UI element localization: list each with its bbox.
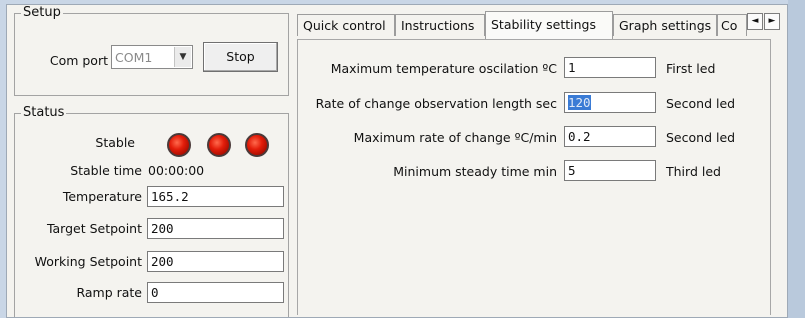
tab-scroll: ◄ ► bbox=[747, 13, 783, 30]
max-temp-oscillation-note: First led bbox=[666, 61, 716, 76]
rate-observation-length-value: 120 bbox=[568, 95, 591, 110]
stable-time-label: Stable time bbox=[70, 163, 142, 178]
chevron-left-icon[interactable]: ◄ bbox=[747, 13, 763, 30]
window-edge bbox=[788, 0, 805, 318]
rate-observation-length-label: Rate of change observation length sec bbox=[315, 96, 557, 111]
stable-led-1 bbox=[167, 133, 191, 157]
working-setpoint-field[interactable]: 200 bbox=[147, 251, 284, 272]
status-group-title: Status bbox=[21, 105, 67, 120]
app-window: Setup Com port COM1 ▼ Stop Status Stable… bbox=[6, 4, 788, 318]
tab-graph-settings[interactable]: Graph settings bbox=[613, 14, 717, 36]
setup-group-title: Setup bbox=[21, 5, 63, 20]
tab-stability-settings[interactable]: Stability settings bbox=[485, 11, 613, 39]
tab-quick-control[interactable]: Quick control bbox=[297, 14, 395, 36]
min-steady-time-label: Minimum steady time min bbox=[393, 164, 557, 179]
max-rate-of-change-label: Maximum rate of change ºC/min bbox=[353, 130, 557, 145]
com-port-label: Com port bbox=[49, 53, 108, 68]
com-port-select[interactable]: COM1 ▼ bbox=[111, 45, 193, 69]
stable-led-2 bbox=[207, 133, 231, 157]
max-temp-oscillation-field[interactable]: 1 bbox=[564, 57, 656, 78]
rate-observation-length-field[interactable]: 120 bbox=[564, 92, 656, 113]
min-steady-time-note: Third led bbox=[666, 164, 721, 179]
target-setpoint-label: Target Setpoint bbox=[46, 221, 142, 236]
temperature-label: Temperature bbox=[62, 189, 142, 204]
max-temp-oscillation-label: Maximum temperature oscilation ºC bbox=[330, 61, 557, 76]
stable-led-3 bbox=[245, 133, 269, 157]
tab-instructions[interactable]: Instructions bbox=[395, 14, 485, 36]
ramp-rate-field[interactable]: 0 bbox=[147, 282, 284, 303]
stable-label: Stable bbox=[95, 135, 135, 150]
chevron-right-icon[interactable]: ► bbox=[764, 13, 780, 30]
ramp-rate-label: Ramp rate bbox=[76, 285, 142, 300]
tab-co[interactable]: Co bbox=[717, 14, 747, 36]
com-port-value: COM1 bbox=[115, 50, 153, 65]
max-rate-of-change-note: Second led bbox=[666, 130, 736, 145]
tab-bar: Quick control Instructions Stability set… bbox=[297, 11, 767, 39]
stop-button[interactable]: Stop bbox=[203, 42, 278, 72]
temperature-field[interactable]: 165.2 bbox=[147, 186, 284, 207]
max-rate-of-change-field[interactable]: 0.2 bbox=[564, 126, 656, 147]
stable-time-value: 00:00:00 bbox=[148, 163, 205, 178]
rate-observation-length-note: Second led bbox=[666, 96, 736, 111]
working-setpoint-label: Working Setpoint bbox=[34, 254, 142, 269]
chevron-down-icon[interactable]: ▼ bbox=[174, 47, 191, 67]
target-setpoint-field[interactable]: 200 bbox=[147, 218, 284, 239]
min-steady-time-field[interactable]: 5 bbox=[564, 160, 656, 181]
